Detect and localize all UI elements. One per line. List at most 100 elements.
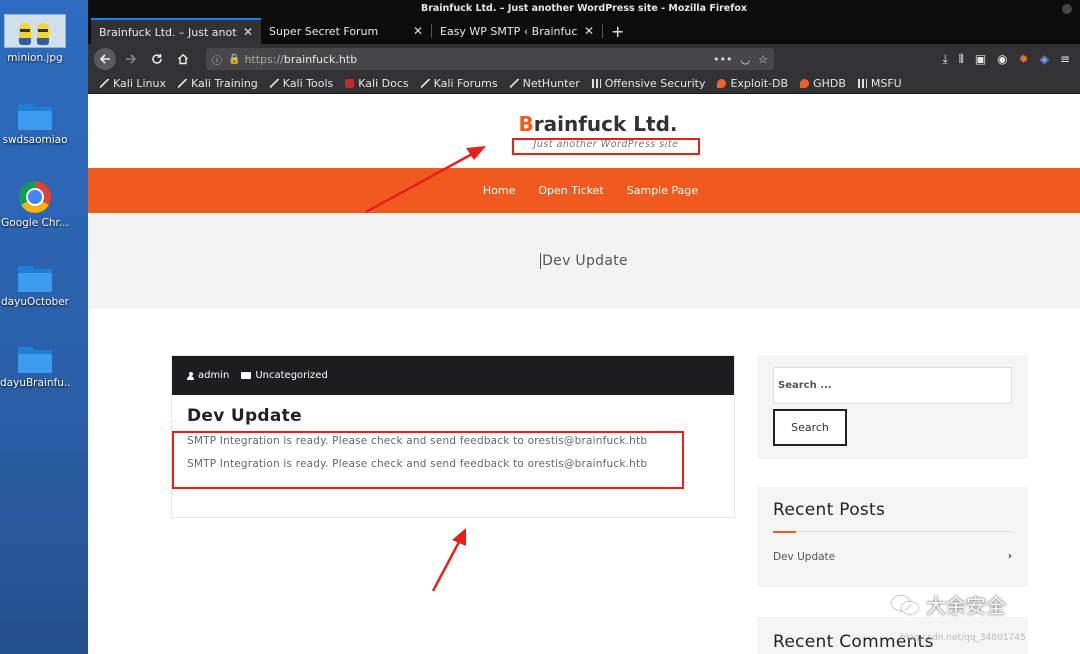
bookmark-kali-tools[interactable]: Kali Tools <box>269 77 333 90</box>
bookmark-kali-linux[interactable]: Kali Linux <box>100 77 166 90</box>
post-author[interactable]: admin <box>187 370 229 381</box>
bookmark-nethunter[interactable]: NetHunter <box>509 77 580 90</box>
forward-arrow-icon <box>126 54 137 64</box>
window-title: Brainfuck Ltd. – Just another WordPress … <box>420 3 748 14</box>
new-tab-button[interactable]: + <box>603 22 632 44</box>
recent-post-label: Dev Update <box>773 551 836 563</box>
forward-button[interactable] <box>120 48 142 70</box>
bookmark-label: GHDB <box>813 77 846 90</box>
user-icon <box>187 371 194 380</box>
bookmark-msfu[interactable]: MSFU <box>857 77 902 90</box>
site-title[interactable]: Brainfuck Ltd. <box>88 112 1080 136</box>
desktop-icon-dayuoctober[interactable]: dayuOctober <box>0 266 70 308</box>
bookmark-offensive-security[interactable]: Offensive Security <box>591 77 706 90</box>
desktop-icon-chrome[interactable]: Google Chr... <box>0 181 70 229</box>
kali-dragon-icon <box>178 79 188 88</box>
window-titlebar[interactable]: Brainfuck Ltd. – Just another WordPress … <box>88 0 1080 18</box>
reload-button[interactable] <box>146 48 168 70</box>
bookmark-label: MSFU <box>870 77 902 90</box>
kali-docs-icon <box>345 79 355 88</box>
close-tab-icon[interactable]: ✕ <box>413 24 423 38</box>
kali-dragon-icon <box>269 79 279 88</box>
exploitdb-icon <box>800 79 810 88</box>
bookmarks-toolbar: Kali Linux Kali Training Kali Tools Kali… <box>88 74 1080 94</box>
recent-post-link[interactable]: Dev Update › <box>773 551 1012 563</box>
menu-icon[interactable]: ≡ <box>1060 52 1070 67</box>
reload-icon <box>152 54 162 64</box>
desktop-icon-swdsaomiao[interactable]: swdsaomiao <box>0 104 70 146</box>
search-widget: Search <box>757 355 1028 459</box>
close-tab-icon[interactable]: ✕ <box>243 25 253 39</box>
library-icon[interactable]: ⫴ <box>959 52 964 67</box>
tab-brainfuck[interactable]: Brainfuck Ltd. – Just another ✕ <box>91 18 261 44</box>
desktop-icon-dayubrainfuck[interactable]: dayuBrainfu... <box>0 347 70 389</box>
main-navigation: Home Open Ticket Sample Page <box>88 168 1080 213</box>
pocket-icon[interactable]: ◡ <box>741 53 751 66</box>
wechat-logo-icon <box>892 594 920 616</box>
close-tab-icon[interactable]: ✕ <box>584 24 594 38</box>
folder-icon <box>18 104 52 130</box>
post-category-name: Uncategorized <box>255 370 328 381</box>
bookmark-kali-forums[interactable]: Kali Forums <box>420 77 498 90</box>
url-text[interactable]: https://brainfuck.htb <box>244 53 705 66</box>
url-host: brainfuck.htb <box>283 52 358 66</box>
firefox-window: Brainfuck Ltd. – Just another WordPress … <box>88 0 1080 654</box>
desktop-icon-label: dayuOctober <box>1 296 69 308</box>
desktop-icon-label: minion.jpg <box>7 52 63 64</box>
desktop-icon-label: swdsaomiao <box>2 134 68 146</box>
back-button[interactable] <box>94 48 116 70</box>
exploitdb-icon <box>717 79 727 88</box>
back-arrow-icon <box>99 54 110 64</box>
annotation-box-post-body <box>172 431 684 489</box>
url-bar[interactable]: ⓘ 🔒 https://brainfuck.htb ••• ◡ ☆ <box>206 48 774 70</box>
post-category[interactable]: Uncategorized <box>241 370 328 381</box>
desktop: minion.jpg swdsaomiao Google Chr... dayu… <box>0 0 88 654</box>
menu-item-open-ticket[interactable]: Open Ticket <box>538 184 603 197</box>
sidebar-icon[interactable]: ▣ <box>975 52 986 67</box>
site-header: Brainfuck Ltd. Just another WordPress si… <box>88 94 1080 168</box>
bookmark-label: Kali Training <box>191 77 258 90</box>
search-button[interactable]: Search <box>773 409 847 446</box>
kali-dragon-icon <box>420 79 430 88</box>
folder-icon <box>18 347 52 373</box>
page-actions-icon[interactable]: ••• <box>713 53 732 66</box>
chrome-icon <box>19 181 51 213</box>
bookmark-exploit-db[interactable]: Exploit-DB <box>717 77 788 90</box>
bookmark-ghdb[interactable]: GHDB <box>800 77 846 90</box>
image-thumbnail-icon <box>4 14 66 48</box>
extension-icon[interactable]: ✸ <box>1019 52 1029 67</box>
account-icon[interactable]: ◉ <box>997 52 1007 67</box>
desktop-icon-label: dayuBrainfu... <box>0 377 70 389</box>
lock-warning-icon[interactable]: 🔒 <box>228 54 240 65</box>
home-button[interactable] <box>172 48 194 70</box>
menu-item-sample-page[interactable]: Sample Page <box>627 184 698 197</box>
bookmark-star-icon[interactable]: ☆ <box>758 53 768 66</box>
hero-title: Dev Update <box>540 253 628 269</box>
window-control-icon[interactable] <box>1062 4 1072 14</box>
bookmark-kali-docs[interactable]: Kali Docs <box>345 77 409 90</box>
tab-label: Brainfuck Ltd. – Just another <box>99 25 237 39</box>
url-protocol: https:// <box>244 52 284 66</box>
tab-label: Easy WP SMTP ‹ Brainfuck L <box>440 24 578 38</box>
info-icon[interactable]: ⓘ <box>212 52 222 67</box>
menu-item-home[interactable]: Home <box>483 184 515 197</box>
folder-open-icon <box>241 372 252 379</box>
desktop-icon-label: Google Chr... <box>1 217 69 229</box>
tab-easy-wp-smtp[interactable]: Easy WP SMTP ‹ Brainfuck L ✕ <box>432 18 602 44</box>
bookmark-kali-training[interactable]: Kali Training <box>178 77 258 90</box>
tab-secret-forum[interactable]: Super Secret Forum ✕ <box>261 18 431 44</box>
widget-title-underline <box>773 531 1012 533</box>
chevron-right-icon: › <box>1007 551 1012 562</box>
downloads-icon[interactable]: ⤓ <box>942 52 947 67</box>
post-author-name: admin <box>198 370 230 381</box>
toolbar-right: ⤓ ⫴ ▣ ◉ ✸ ◈ ≡ <box>942 52 1074 67</box>
watermark-sub: blog.csdn.net/qq_34801745 <box>900 633 1026 643</box>
recent-posts-title: Recent Posts <box>773 500 886 520</box>
kali-dragon-icon <box>509 79 519 88</box>
site-title-rest: rainfuck Ltd. <box>533 112 678 136</box>
extension-blue-icon[interactable]: ◈ <box>1040 52 1049 67</box>
search-input[interactable] <box>773 367 1012 404</box>
bookmark-label: Offensive Security <box>604 77 706 90</box>
post-title[interactable]: Dev Update <box>187 406 734 426</box>
desktop-icon-minion[interactable]: minion.jpg <box>0 14 70 64</box>
